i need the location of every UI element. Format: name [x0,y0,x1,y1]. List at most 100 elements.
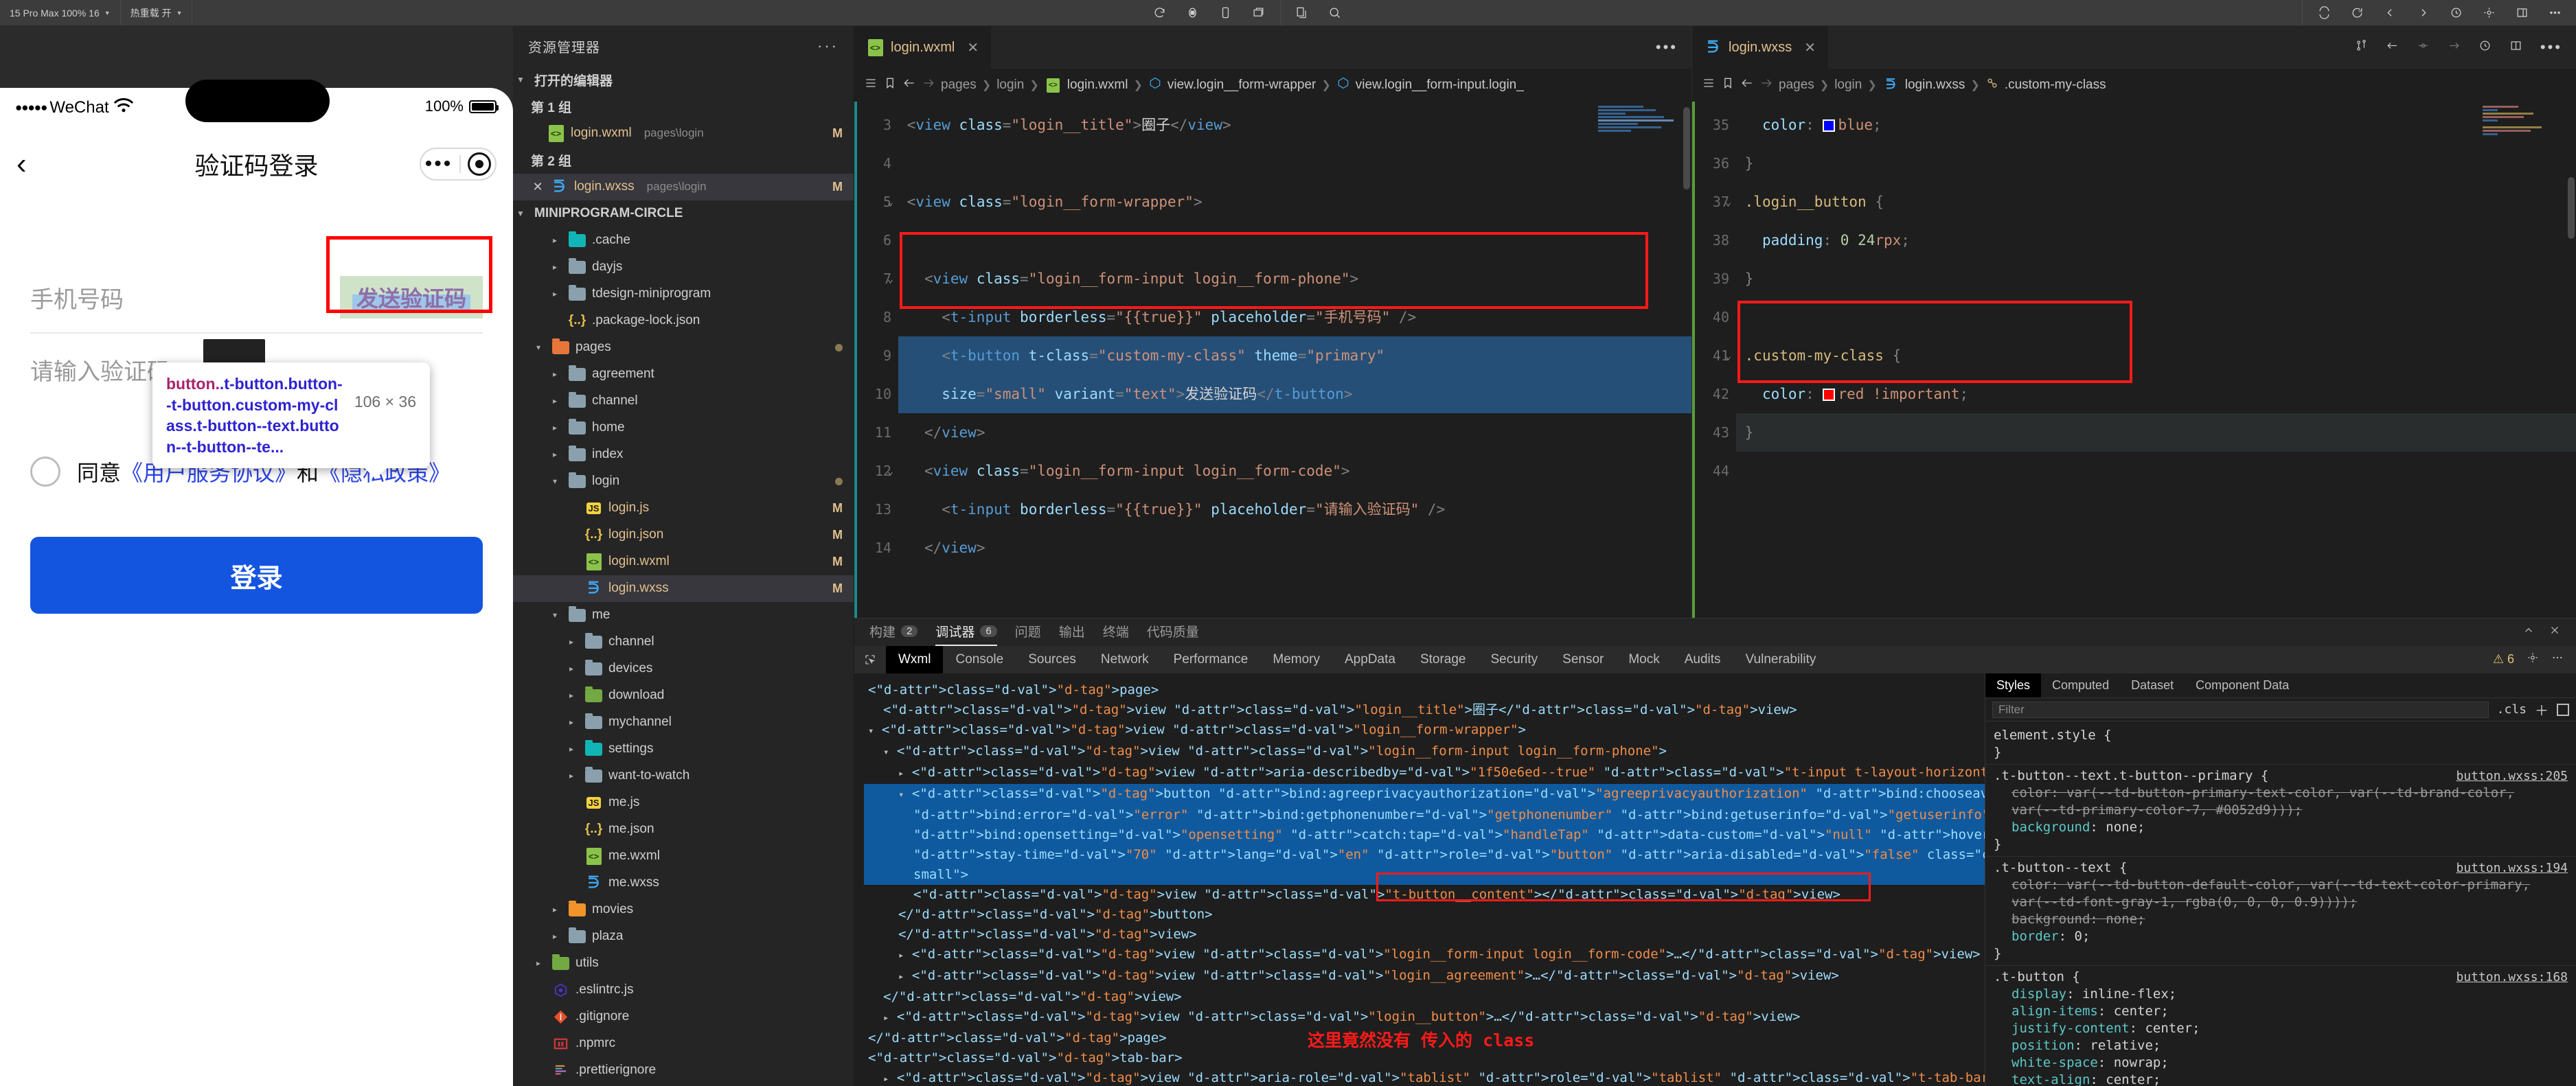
devtools-tab-mock[interactable]: Mock [1616,646,1672,673]
tree-folder-index[interactable]: ▸ index [513,441,854,468]
more-icon[interactable] [2551,651,2564,668]
code-line[interactable]: } [1736,413,2576,452]
more-icon[interactable] [2547,5,2562,21]
breadcrumb-pages[interactable]: pages [941,78,977,93]
tree-folder-login[interactable]: ▾ login [513,468,854,495]
settings-icon[interactable] [2481,5,2496,21]
code-line[interactable]: ⌄ .login__button { [1725,183,2576,221]
chevron-right-icon[interactable]: ▸ [564,771,579,781]
split-center-icon[interactable] [2417,39,2430,56]
panel-tab-debugger[interactable]: 调试器 6 [935,619,997,646]
chevron-down-icon[interactable]: ▾ [531,343,546,352]
code-line[interactable] [898,567,1691,605]
close-target-icon[interactable] [468,152,492,176]
panel-tab-problems[interactable]: 问题 [1015,619,1041,646]
more-icon[interactable]: ••• [1656,38,1678,56]
more-icon[interactable]: ••• [2540,38,2562,56]
tree-file-eslintrc-js[interactable]: .eslintrc.js [513,977,854,1004]
tree-file-me-js[interactable]: JS me.js [513,789,854,816]
chevron-down-icon[interactable]: ▾ [868,726,874,737]
editor-scrollbar-wxss[interactable] [2566,102,2576,618]
copy-icon[interactable] [1295,5,1310,21]
style-declaration[interactable]: position: relative; [1994,1037,2568,1054]
outline-icon[interactable] [1702,76,1716,94]
chevron-right-icon[interactable]: ▸ [883,1013,889,1024]
chevron-right-icon[interactable]: ▸ [547,450,562,459]
toggle-class-button[interactable]: .cls [2497,702,2527,717]
code-line[interactable]: size="small" variant="text">发送验证码</t-but… [898,375,1691,413]
devtools-tab-performance[interactable]: Performance [1161,646,1261,673]
minimap-wxml[interactable] [1598,104,1686,228]
sync-icon[interactable] [2349,5,2364,21]
tree-folder-channel[interactable]: ▸ channel [513,388,854,415]
chevron-right-icon[interactable]: ▸ [547,289,562,299]
chevron-down-icon[interactable]: ▾ [883,747,889,758]
fold-chevron-icon[interactable]: ⌄ [887,259,893,298]
tree-file-login-wxml[interactable]: <> login.wxml M [513,548,854,575]
devtools-tab-sensor[interactable]: Sensor [1550,646,1616,673]
style-declaration[interactable]: var(--td-primary-color-7, #0052d9))); [1994,802,2568,819]
chevron-right-icon[interactable]: ▸ [547,932,562,941]
tree-file-login-wxss[interactable]: ⋽ login.wxss M [513,575,854,602]
chevron-right-icon[interactable]: ▸ [531,958,546,968]
panel-tab-code-quality[interactable]: 代码质量 [1147,619,1199,646]
tree-file-me-json[interactable]: {..} me.json [513,816,854,843]
explorer-more-icon[interactable]: ··· [817,37,839,55]
code-line[interactable]: } [1736,144,2576,183]
code-line[interactable]: ⌄ <view class="login__form-input login__… [887,259,1691,298]
chevron-right-icon[interactable]: ▸ [898,971,904,982]
close-icon[interactable]: ✕ [531,180,545,194]
toggle-sidebar-icon[interactable] [2557,703,2569,716]
tab-login-wxss[interactable]: ⋽ login.wxss ✕ [1692,26,1830,69]
style-rule[interactable]: element.style {} [1985,724,2576,765]
code-line[interactable]: ⌄ <view class="login__form-input login__… [887,452,1691,490]
styles-tab-component-data[interactable]: Component Data [2185,673,2300,697]
split-right-icon[interactable] [2448,39,2461,56]
chevron-down-icon[interactable]: ▾ [547,610,562,620]
chevron-right-icon[interactable]: ▸ [883,1074,889,1085]
style-declaration[interactable]: color: var(--td-button-default-color, va… [1994,877,2568,894]
gear-icon[interactable] [2527,651,2539,668]
window-icon[interactable] [1251,5,1266,21]
code-content-wxml[interactable]: <view class="login__title">圈子</view> ⌄ <… [887,102,1691,618]
chevron-right-icon[interactable]: ▸ [547,235,562,245]
tree-folder-download[interactable]: ▸ download [513,682,854,709]
hot-reload-selector[interactable]: 热重载 开 ▼ [121,0,193,25]
tree-file-me-wxss[interactable]: ⋽ me.wxss [513,870,854,897]
new-rule-button[interactable]: ＋ [2535,700,2549,719]
dom-node-line[interactable]: ▸ <"d-attr">class="d-val">"d-tag">view "… [864,945,1985,966]
breadcrumb-login[interactable]: login [1834,78,1862,93]
devtools-tab-wxml[interactable]: Wxml [886,645,944,673]
tree-file-login-js[interactable]: JS login.js M [513,495,854,522]
style-declaration[interactable]: var(--td-font-gray-1, rgba(0, 0, 0, 0.9)… [1994,894,2568,911]
minimap-wxss[interactable] [2483,104,2571,228]
tree-folder-channel[interactable]: ▸ channel [513,629,854,656]
tree-folder-want-to-watch[interactable]: ▸ want-to-watch [513,763,854,789]
dom-node-line[interactable]: ▸ <"d-attr">class="d-val">"d-tag">view "… [864,1007,1985,1028]
tree-folder-cache[interactable]: ▸ .cache [513,227,854,254]
back-icon[interactable] [2382,5,2397,21]
dom-node-line[interactable]: "d-attr">bind:error="d-val">"error" "d-a… [864,805,1985,825]
styles-tab-styles[interactable]: Styles [1985,673,2042,697]
close-icon[interactable]: ✕ [1804,39,1816,56]
capsule-pill[interactable]: ••• [420,148,497,181]
forward-arrow-icon[interactable] [922,76,935,94]
style-rule[interactable]: button.wxss:205 .t-button--text.t-button-… [1985,765,2576,857]
style-source-link[interactable]: button.wxss:194 [2456,859,2568,877]
breadcrumb-login[interactable]: login [996,78,1024,93]
breadcrumb-selector[interactable]: .custom-my-class [2005,78,2106,93]
chevron-up-icon[interactable] [2522,624,2535,640]
code-line[interactable] [898,221,1691,259]
open-editor-login-wxml[interactable]: <> login.wxml pages\login M [513,120,854,147]
styles-tab-dataset[interactable]: Dataset [2120,673,2185,697]
rotate-icon[interactable] [2316,5,2332,21]
code-area-wxss[interactable]: 35 36 37 38 39 40 41 42 43 44 color: blue; } ⌄ .lo… [1692,102,2576,618]
open-editor-login-wxss[interactable]: ✕ ⋽ login.wxss pages\login M [513,173,854,200]
inspect-element-icon[interactable] [854,646,886,673]
code-line[interactable]: <t-button t-class="custom-my-class" them… [898,336,1691,375]
styles-filter-input[interactable]: Filter [1992,701,2489,718]
tree-folder-plaza[interactable]: ▸ plaza [513,923,854,950]
back-arrow-icon[interactable] [1740,76,1754,94]
tree-folder-dayjs[interactable]: ▸ dayjs [513,254,854,281]
tree-folder-movies[interactable]: ▸ movies [513,897,854,923]
